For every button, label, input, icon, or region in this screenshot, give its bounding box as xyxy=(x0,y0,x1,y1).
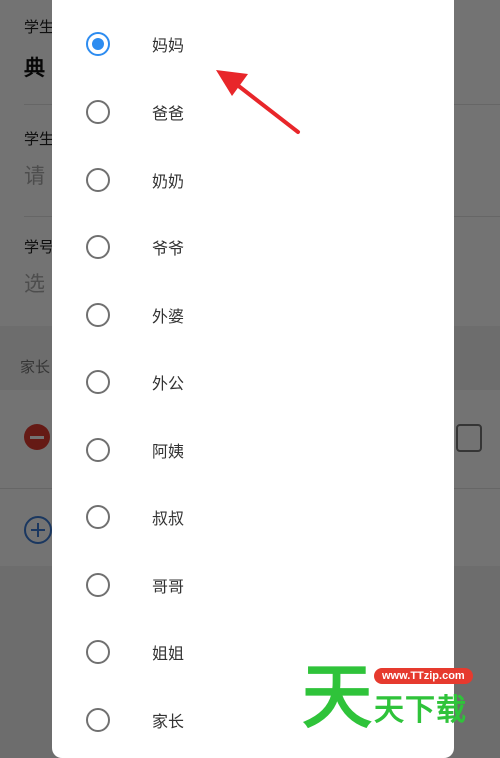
site-watermark-logo: 天 www.TTzip.com 天下载 xyxy=(298,662,500,758)
watermark-url: www.TTzip.com xyxy=(374,668,473,684)
watermark-text: 天下载 xyxy=(374,693,467,728)
watermark-big-char: 天 xyxy=(302,656,372,738)
annotation-arrow-icon xyxy=(216,70,300,134)
